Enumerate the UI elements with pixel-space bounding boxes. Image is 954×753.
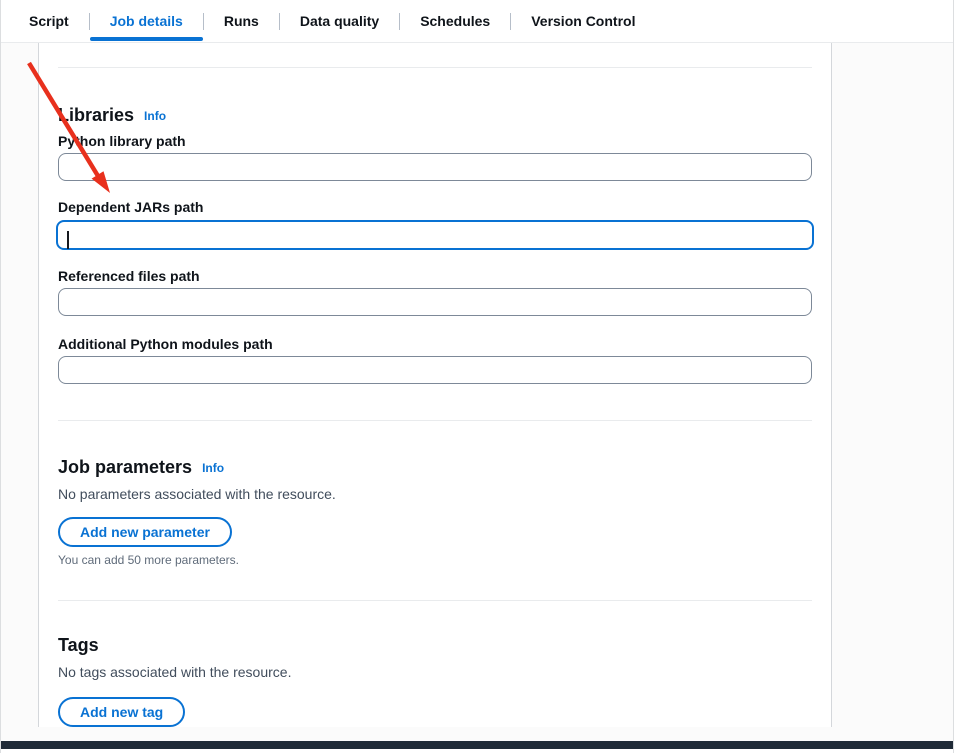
job-parameters-empty-text: No parameters associated with the resour… <box>58 485 812 503</box>
additional-python-modules-path-field <box>58 356 812 384</box>
tab-script[interactable]: Script <box>9 0 89 42</box>
tags-empty-text: No tags associated with the resource. <box>58 663 812 681</box>
tab-schedules[interactable]: Schedules <box>400 0 510 42</box>
tab-version-control[interactable]: Version Control <box>511 0 655 42</box>
add-new-tag-button[interactable]: Add new tag <box>58 697 185 727</box>
tab-bar: Script Job details Runs Data quality Sch… <box>1 0 953 43</box>
libraries-heading: Libraries Info <box>58 104 812 127</box>
section-divider <box>58 420 812 421</box>
tab-job-details-label: Job details <box>110 13 183 29</box>
libraries-heading-text: Libraries <box>58 105 134 125</box>
referenced-files-path-input[interactable] <box>58 288 812 316</box>
dependent-jars-path-label: Dependent JARs path <box>58 199 812 215</box>
tags-section: Tags No tags associated with the resourc… <box>58 634 812 727</box>
tab-script-label: Script <box>29 13 69 29</box>
tab-schedules-label: Schedules <box>420 13 490 29</box>
window-bottom-edge <box>1 749 953 753</box>
section-divider <box>58 600 812 601</box>
tab-data-quality[interactable]: Data quality <box>280 0 399 42</box>
window-bottom-bar <box>1 741 953 749</box>
section-divider <box>58 67 812 68</box>
additional-python-modules-path-label: Additional Python modules path <box>58 336 812 352</box>
python-library-path-field <box>58 153 812 181</box>
tab-runs[interactable]: Runs <box>204 0 279 42</box>
text-cursor <box>67 231 69 249</box>
tags-heading-text: Tags <box>58 635 99 655</box>
tags-heading: Tags <box>58 634 812 656</box>
dependent-jars-path-field <box>58 220 812 250</box>
job-details-panel: Libraries Info Python library path Depend… <box>38 43 832 727</box>
additional-python-modules-path-input[interactable] <box>58 356 812 384</box>
parameter-limit-text: You can add 50 more parameters. <box>58 553 812 567</box>
dependent-jars-path-input[interactable] <box>56 220 814 250</box>
tab-runs-label: Runs <box>224 13 259 29</box>
add-new-parameter-button[interactable]: Add new parameter <box>58 517 232 547</box>
tab-version-control-label: Version Control <box>531 13 635 29</box>
libraries-section: Libraries Info Python library path Depend… <box>58 104 812 384</box>
job-parameters-section: Job parameters Info No parameters associa… <box>58 456 812 567</box>
libraries-info-link[interactable]: Info <box>144 109 166 123</box>
tab-job-details[interactable]: Job details <box>90 0 203 42</box>
tab-data-quality-label: Data quality <box>300 13 379 29</box>
python-library-path-input[interactable] <box>58 153 812 181</box>
referenced-files-path-label: Referenced files path <box>58 268 812 284</box>
job-parameters-info-link[interactable]: Info <box>202 461 224 475</box>
python-library-path-label: Python library path <box>58 133 812 149</box>
referenced-files-path-field <box>58 288 812 316</box>
glue-job-window: Script Job details Runs Data quality Sch… <box>0 0 954 753</box>
job-parameters-heading: Job parameters Info <box>58 456 812 479</box>
job-parameters-heading-text: Job parameters <box>58 457 192 477</box>
